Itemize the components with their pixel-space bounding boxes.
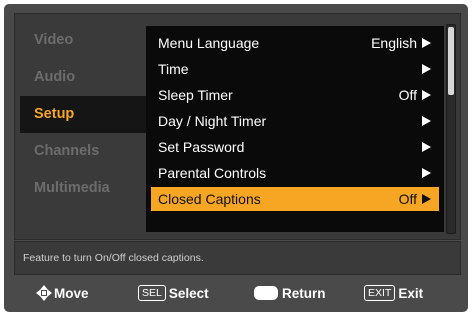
menu-item-value: English [371,35,417,51]
category-multimedia[interactable]: Multimedia [20,170,146,207]
return-key-icon [254,286,278,301]
arrow-right-icon [422,168,431,178]
category-channels[interactable]: Channels [20,133,146,170]
menu-item-set-password[interactable]: Set Password [151,135,439,159]
setup-menu-list: Menu Language English Time Sleep Timer O… [146,26,444,232]
help-text: Feature to turn On/Off closed captions. [23,252,204,264]
category-menu: Video Audio Setup Channels Multimedia [20,22,146,207]
menu-item-label: Parental Controls [158,165,267,181]
menu-item-day-night-timer[interactable]: Day / Night Timer [151,109,439,133]
nav-return: Return [254,281,326,306]
menu-item-closed-captions[interactable]: Closed Captions Off [151,187,439,211]
navigation-hints: Move SEL Select Return EXIT Exit [14,281,459,306]
move-arrows-icon [36,285,52,302]
nav-return-label: Return [282,286,326,301]
menu-item-label: Set Password [158,139,245,155]
nav-move-label: Move [54,286,89,301]
help-text-bar: Feature to turn On/Off closed captions. [14,241,461,275]
category-setup[interactable]: Setup [20,96,146,133]
nav-exit-label: Exit [398,286,424,301]
nav-select-label: Select [168,286,209,301]
nav-exit: EXIT Exit [364,281,423,306]
menu-item-time[interactable]: Time [151,57,439,81]
menu-item-label: Closed Captions [158,191,261,207]
scrollbar-thumb[interactable] [448,27,454,95]
arrow-right-icon [422,38,431,48]
nav-select: SEL Select [138,281,209,306]
arrow-right-icon [422,194,431,204]
category-audio[interactable]: Audio [20,59,146,96]
menu-item-label: Time [158,61,189,77]
menu-scrollbar[interactable] [446,24,456,234]
arrow-right-icon [422,142,431,152]
category-video[interactable]: Video [20,22,146,59]
menu-item-label: Day / Night Timer [158,113,267,129]
sel-key-icon: SEL [138,285,166,302]
arrow-right-icon [422,116,431,126]
menu-item-value: Off [398,87,417,103]
menu-item-label: Menu Language [158,35,260,51]
menu-item-label: Sleep Timer [158,87,233,103]
nav-move: Move [36,281,89,306]
arrow-right-icon [422,90,431,100]
menu-item-sleep-timer[interactable]: Sleep Timer Off [151,83,439,107]
arrow-right-icon [422,64,431,74]
menu-item-value: Off [398,191,417,207]
menu-item-parental-controls[interactable]: Parental Controls [151,161,439,185]
menu-item-menu-language[interactable]: Menu Language English [151,31,439,55]
exit-key-icon: EXIT [364,285,396,302]
